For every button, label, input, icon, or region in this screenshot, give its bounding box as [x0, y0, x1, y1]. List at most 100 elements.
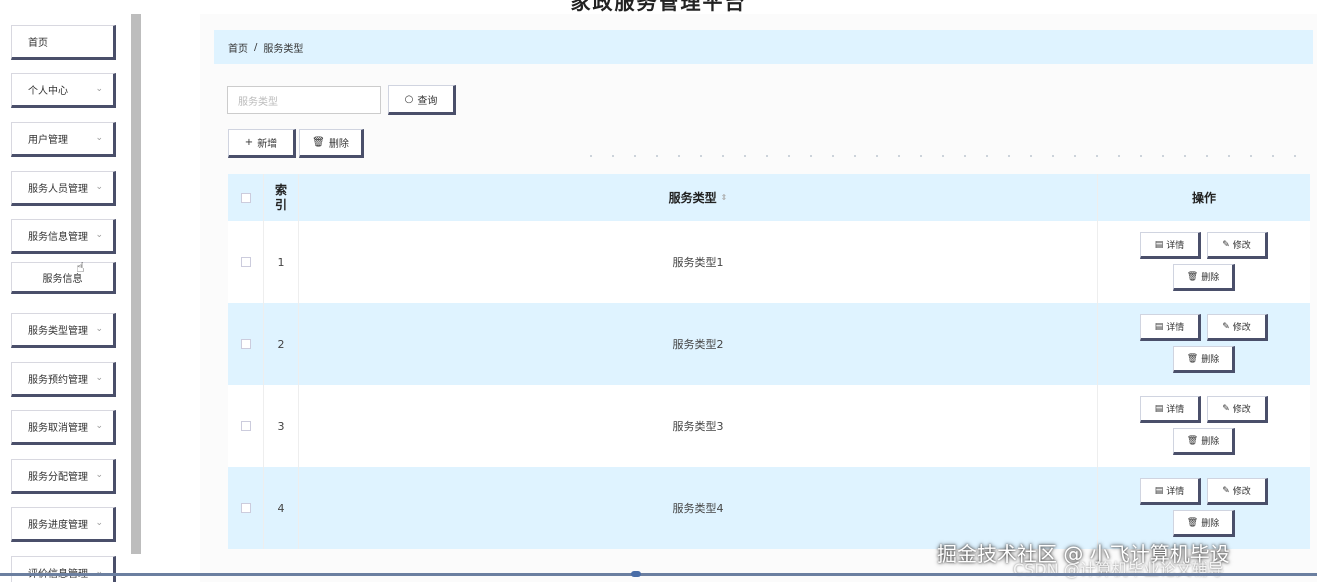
header-type-label: 服务类型: [668, 191, 717, 205]
chevron-down-icon: ⌄: [95, 470, 103, 480]
sidebar-item-service-info-management[interactable]: 服务信息管理 ⌄: [11, 219, 116, 254]
delete-button[interactable]: 🗑 删除: [1173, 510, 1235, 537]
detail-icon: ▤: [1154, 239, 1164, 250]
header-actions-label: 操作: [1191, 191, 1216, 205]
detail-icon: ▤: [1154, 403, 1164, 414]
edit-icon: ✎: [1222, 485, 1230, 496]
detail-button[interactable]: ▤ 详情: [1140, 314, 1201, 341]
sidebar: 首页 个人中心 ⌄ 用户管理 ⌄ 服务人员管理 ⌄ 服务信息管理 ⌄ 服务信息 …: [0, 14, 141, 582]
detail-button[interactable]: ▤ 详情: [1140, 478, 1201, 505]
sidebar-item-assignment-management[interactable]: 服务分配管理 ⌄: [11, 459, 116, 494]
row-index: 1: [264, 221, 299, 303]
row-type: 服务类型2: [299, 303, 1098, 385]
sidebar-item-cancel-management[interactable]: 服务取消管理 ⌄: [11, 410, 116, 445]
select-all-checkbox[interactable]: [240, 192, 251, 203]
delete-label: 删除: [1201, 355, 1220, 365]
sort-icon[interactable]: ⇕: [721, 193, 728, 202]
edit-icon: ✎: [1222, 239, 1230, 250]
header-type[interactable]: 服务类型 ⇕: [299, 174, 1098, 221]
row-checkbox[interactable]: [240, 339, 251, 349]
chevron-down-icon: ⌄: [95, 133, 103, 143]
edit-button[interactable]: ✎ 修改: [1207, 396, 1268, 423]
row-checkbox[interactable]: [240, 503, 251, 513]
video-progress-bar[interactable]: [0, 573, 1317, 576]
row-type: 服务类型1: [299, 221, 1098, 303]
edit-button[interactable]: ✎ 修改: [1207, 478, 1268, 505]
edit-button[interactable]: ✎ 修改: [1207, 232, 1268, 259]
watermark-csdn: CSDN @计算机毕业论文辅导: [1013, 560, 1224, 579]
sidebar-item-service-type-management[interactable]: 服务类型管理 ⌄: [11, 313, 116, 348]
delete-label: 删除: [1201, 273, 1220, 283]
delete-label: 删除: [1201, 437, 1220, 447]
edit-icon: ✎: [1222, 403, 1230, 414]
add-button-label: 新增: [257, 139, 278, 150]
app-title: 家政服务管理平台: [570, 0, 747, 14]
row-actions: ▤ 详情 ✎ 修改 🗑 删除: [1098, 303, 1310, 385]
detail-icon: ▤: [1154, 321, 1164, 332]
plus-icon: +: [244, 137, 254, 148]
edit-button[interactable]: ✎ 修改: [1207, 314, 1268, 341]
table-row: 4 服务类型4 ▤ 详情 ✎ 修改 🗑 删除: [228, 467, 1310, 549]
sidebar-item-label: 服务进度管理: [28, 520, 88, 531]
row-actions: ▤ 详情 ✎ 修改 🗑 删除: [1098, 221, 1310, 303]
delete-label: 删除: [1201, 519, 1220, 529]
edit-icon: ✎: [1222, 321, 1230, 332]
edit-label: 修改: [1232, 405, 1251, 415]
sidebar-item-label: 个人中心: [28, 86, 68, 97]
delete-button[interactable]: 🗑 删除: [1173, 264, 1235, 291]
sidebar-item-staff-management[interactable]: 服务人员管理 ⌄: [11, 171, 116, 206]
sidebar-item-personal-center[interactable]: 个人中心 ⌄: [11, 73, 116, 108]
row-checkbox[interactable]: [240, 421, 251, 431]
main-content: 首页 / 服务类型 服务类型 ○ 查询 + 新增 🗑 删除 索 引 服务类型 ⇕: [200, 14, 1317, 582]
detail-button[interactable]: ▤ 详情: [1140, 396, 1201, 423]
sidebar-subitem-service-info[interactable]: 服务信息: [11, 262, 116, 294]
sidebar-scrollbar[interactable]: [131, 14, 141, 554]
batch-delete-button[interactable]: 🗑 删除: [299, 129, 364, 158]
video-progress-handle[interactable]: [631, 571, 641, 577]
sidebar-item-label: 服务取消管理: [28, 423, 88, 434]
sidebar-item-label: 用户管理: [28, 135, 68, 146]
detail-label: 详情: [1166, 241, 1185, 251]
sidebar-item-label: 服务人员管理: [28, 184, 88, 195]
breadcrumb-current: 服务类型: [263, 43, 304, 55]
delete-button[interactable]: 🗑 删除: [1173, 428, 1235, 455]
row-type: 服务类型4: [299, 467, 1098, 549]
row-index: 4: [264, 467, 299, 549]
detail-button[interactable]: ▤ 详情: [1140, 232, 1201, 259]
add-button[interactable]: + 新增: [228, 129, 296, 158]
detail-label: 详情: [1166, 405, 1185, 415]
search-icon: ○: [404, 93, 414, 105]
table-row: 3 服务类型3 ▤ 详情 ✎ 修改 🗑 删除: [228, 385, 1310, 467]
breadcrumb-home[interactable]: 首页: [228, 40, 248, 55]
row-index: 3: [264, 385, 299, 467]
sidebar-item-label: 服务分配管理: [28, 472, 88, 483]
chevron-down-icon: ⌄: [95, 182, 103, 192]
chevron-down-icon: ⌄: [95, 373, 103, 383]
sidebar-item-review-management[interactable]: 评价信息管理 ⌄: [11, 556, 116, 582]
sidebar-item-label: 服务类型管理: [28, 326, 88, 337]
sidebar-item-appointment-management[interactable]: 服务预约管理 ⌄: [11, 362, 116, 397]
batch-delete-label: 删除: [328, 139, 349, 150]
table-row: 2 服务类型2 ▤ 详情 ✎ 修改 🗑 删除: [228, 303, 1310, 385]
row-checkbox[interactable]: [240, 257, 251, 267]
sidebar-item-home[interactable]: 首页: [11, 25, 116, 60]
table-row: 1 服务类型1 ▤ 详情 ✎ 修改 🗑 删除: [228, 221, 1310, 303]
select-all-cell: [228, 174, 264, 221]
service-type-table: 索 引 服务类型 ⇕ 操作 1 服务类型1 ▤ 详情 ✎ 修改 🗑 删除 2 服…: [228, 174, 1310, 549]
edit-label: 修改: [1232, 241, 1251, 251]
sidebar-item-label: 服务预约管理: [28, 375, 88, 386]
search-button[interactable]: ○ 查询: [388, 85, 456, 115]
header-index-char1: 索: [274, 182, 287, 197]
table-header: 索 引 服务类型 ⇕ 操作: [228, 174, 1310, 221]
sidebar-item-user-management[interactable]: 用户管理 ⌄: [11, 122, 116, 157]
header-index: 索 引: [264, 174, 299, 221]
edit-label: 修改: [1232, 487, 1251, 497]
delete-button[interactable]: 🗑 删除: [1173, 346, 1235, 373]
search-button-label: 查询: [417, 95, 438, 107]
search-input[interactable]: 服务类型: [227, 86, 381, 114]
chevron-down-icon: ⌄: [95, 230, 103, 240]
detail-icon: ▤: [1154, 485, 1164, 496]
row-actions: ▤ 详情 ✎ 修改 🗑 删除: [1098, 467, 1310, 549]
detail-label: 详情: [1166, 487, 1185, 497]
sidebar-item-progress-management[interactable]: 服务进度管理 ⌄: [11, 507, 116, 542]
